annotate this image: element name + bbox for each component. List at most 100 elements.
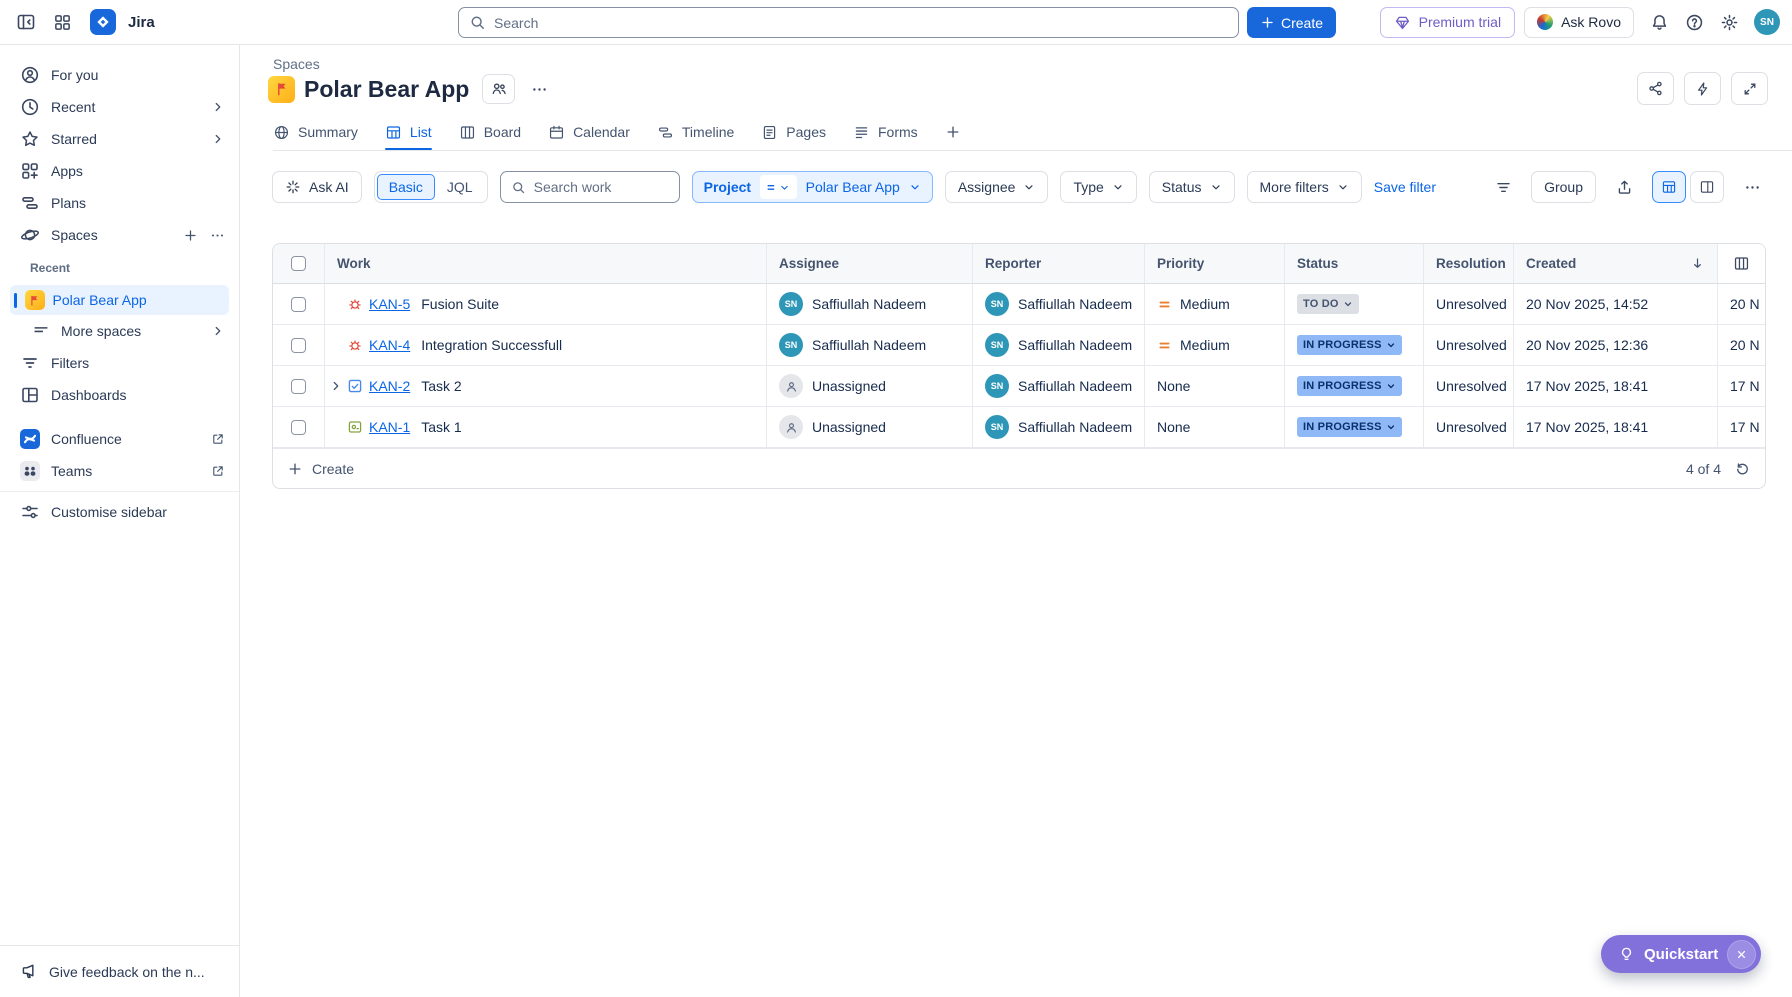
row-checkbox[interactable] bbox=[291, 338, 306, 353]
sidebar-item-confluence[interactable]: Confluence bbox=[0, 423, 239, 455]
priority-cell[interactable]: None bbox=[1145, 407, 1285, 447]
collapse-sidebar-button[interactable] bbox=[10, 6, 42, 38]
project-filter-chip[interactable]: Project = Polar Bear App bbox=[692, 171, 933, 203]
add-view-tab-button[interactable] bbox=[945, 116, 961, 150]
expand-chevron[interactable] bbox=[327, 420, 344, 434]
column-header-status[interactable]: Status bbox=[1285, 244, 1424, 283]
row-checkbox[interactable] bbox=[291, 420, 306, 435]
sidebar-item-plans[interactable]: Plans bbox=[0, 187, 239, 219]
column-header-priority[interactable]: Priority bbox=[1145, 244, 1285, 283]
list-more-button[interactable] bbox=[1736, 171, 1768, 203]
type-filter-button[interactable]: Type bbox=[1060, 171, 1136, 203]
work-summary[interactable]: Task 1 bbox=[421, 419, 461, 435]
members-button[interactable] bbox=[482, 74, 515, 104]
status-filter-button[interactable]: Status bbox=[1149, 171, 1235, 203]
row-checkbox[interactable] bbox=[291, 297, 306, 312]
work-summary[interactable]: Fusion Suite bbox=[421, 296, 499, 312]
status-badge[interactable]: TO DO bbox=[1297, 294, 1359, 314]
priority-cell[interactable]: None bbox=[1145, 366, 1285, 406]
breadcrumb[interactable]: Spaces bbox=[273, 56, 320, 72]
ask-rovo-button[interactable]: Ask Rovo bbox=[1524, 7, 1634, 38]
basic-mode-button[interactable]: Basic bbox=[377, 174, 435, 200]
sidebar-item-spaces[interactable]: Spaces bbox=[0, 219, 239, 251]
expand-chevron[interactable] bbox=[327, 338, 344, 352]
reporter-cell[interactable]: SN Saffiullah Nadeem bbox=[985, 292, 1132, 316]
reporter-cell[interactable]: SN Saffiullah Nadeem bbox=[985, 415, 1132, 439]
grid-view-button[interactable] bbox=[1652, 171, 1686, 203]
work-key-link[interactable]: KAN-4 bbox=[369, 337, 410, 353]
sidebar-item-customise[interactable]: Customise sidebar bbox=[0, 496, 239, 528]
column-header-resolution[interactable]: Resolution bbox=[1424, 244, 1514, 283]
automation-button[interactable] bbox=[1684, 72, 1721, 105]
status-badge[interactable]: IN PROGRESS bbox=[1297, 335, 1402, 355]
create-button[interactable]: Create bbox=[1247, 7, 1336, 38]
row-checkbox[interactable] bbox=[291, 379, 306, 394]
configure-columns-button[interactable] bbox=[1718, 244, 1765, 283]
detail-view-button[interactable] bbox=[1690, 171, 1724, 203]
sort-descending-icon[interactable] bbox=[1690, 256, 1705, 271]
global-search-input[interactable] bbox=[494, 15, 1228, 31]
reporter-cell[interactable]: SN Saffiullah Nadeem bbox=[985, 374, 1132, 398]
status-badge[interactable]: IN PROGRESS bbox=[1297, 376, 1402, 396]
sidebar-item-starred[interactable]: Starred bbox=[0, 123, 239, 155]
sidebar-item-teams[interactable]: Teams bbox=[0, 455, 239, 487]
inline-create-button[interactable]: Create bbox=[287, 461, 354, 477]
tab-board[interactable]: Board bbox=[459, 116, 521, 150]
table-row[interactable]: KAN-2 Task 2 Unassigned SN Saffiullah Na… bbox=[273, 366, 1765, 407]
user-avatar[interactable]: SN bbox=[1754, 9, 1780, 35]
column-header-assignee[interactable]: Assignee bbox=[767, 244, 973, 283]
give-feedback-button[interactable]: Give feedback on the n... bbox=[0, 945, 239, 997]
global-search[interactable] bbox=[458, 7, 1239, 38]
sidebar-item-recent[interactable]: Recent bbox=[0, 91, 239, 123]
more-filters-button[interactable]: More filters bbox=[1247, 171, 1362, 203]
refresh-icon[interactable] bbox=[1734, 460, 1751, 477]
tab-pages[interactable]: Pages bbox=[761, 116, 826, 150]
search-work-field[interactable] bbox=[500, 171, 680, 203]
tab-timeline[interactable]: Timeline bbox=[657, 116, 734, 150]
table-row[interactable]: KAN-4 Integration Successfull SN Saffiul… bbox=[273, 325, 1765, 366]
expand-chevron[interactable] bbox=[327, 297, 344, 311]
help-button[interactable] bbox=[1678, 6, 1710, 38]
add-space-icon[interactable] bbox=[183, 228, 198, 243]
settings-button[interactable] bbox=[1713, 6, 1745, 38]
jira-logo[interactable] bbox=[90, 9, 116, 35]
work-summary[interactable]: Integration Successfull bbox=[421, 337, 562, 353]
expand-chevron[interactable] bbox=[327, 379, 344, 393]
work-summary[interactable]: Task 2 bbox=[421, 378, 461, 394]
column-header-work[interactable]: Work bbox=[325, 244, 767, 283]
spaces-more-icon[interactable] bbox=[210, 228, 225, 243]
group-button[interactable]: Group bbox=[1531, 171, 1596, 203]
sidebar-item-for-you[interactable]: For you bbox=[0, 59, 239, 91]
quickstart-button[interactable]: Quickstart bbox=[1601, 935, 1761, 973]
fullscreen-button[interactable] bbox=[1731, 72, 1768, 105]
tab-calendar[interactable]: Calendar bbox=[548, 116, 630, 150]
assignee-cell[interactable]: SN Saffiullah Nadeem bbox=[779, 292, 926, 316]
work-key-link[interactable]: KAN-2 bbox=[369, 378, 410, 394]
table-row[interactable]: KAN-1 Task 1 Unassigned SN Saffiullah Na… bbox=[273, 407, 1765, 448]
assignee-cell[interactable]: SN Saffiullah Nadeem bbox=[779, 333, 926, 357]
priority-cell[interactable]: Medium bbox=[1145, 284, 1285, 324]
column-header-reporter[interactable]: Reporter bbox=[973, 244, 1145, 283]
premium-trial-button[interactable]: Premium trial bbox=[1380, 7, 1515, 38]
tab-forms[interactable]: Forms bbox=[853, 116, 918, 150]
jql-mode-button[interactable]: JQL bbox=[435, 179, 485, 195]
work-key-link[interactable]: KAN-5 bbox=[369, 296, 410, 312]
share-button[interactable] bbox=[1637, 72, 1674, 105]
sidebar-item-dashboards[interactable]: Dashboards bbox=[0, 379, 239, 411]
display-settings-button[interactable] bbox=[1487, 171, 1519, 203]
priority-cell[interactable]: Medium bbox=[1145, 325, 1285, 365]
reporter-cell[interactable]: SN Saffiullah Nadeem bbox=[985, 333, 1132, 357]
table-row[interactable]: KAN-5 Fusion Suite SN Saffiullah Nadeem … bbox=[273, 284, 1765, 325]
export-button[interactable] bbox=[1608, 171, 1640, 203]
search-work-input[interactable] bbox=[534, 179, 654, 195]
work-key-link[interactable]: KAN-1 bbox=[369, 419, 410, 435]
project-more-button[interactable] bbox=[524, 74, 554, 104]
tab-summary[interactable]: Summary bbox=[273, 116, 358, 150]
save-filter-link[interactable]: Save filter bbox=[1374, 179, 1436, 195]
sidebar-item-polar-bear-app[interactable]: Polar Bear App bbox=[10, 285, 229, 315]
tab-list[interactable]: List bbox=[385, 116, 432, 150]
assignee-cell[interactable]: Unassigned bbox=[779, 415, 886, 439]
assignee-cell[interactable]: Unassigned bbox=[779, 374, 886, 398]
ask-ai-button[interactable]: Ask AI bbox=[272, 171, 362, 203]
select-all-checkbox[interactable] bbox=[291, 256, 306, 271]
